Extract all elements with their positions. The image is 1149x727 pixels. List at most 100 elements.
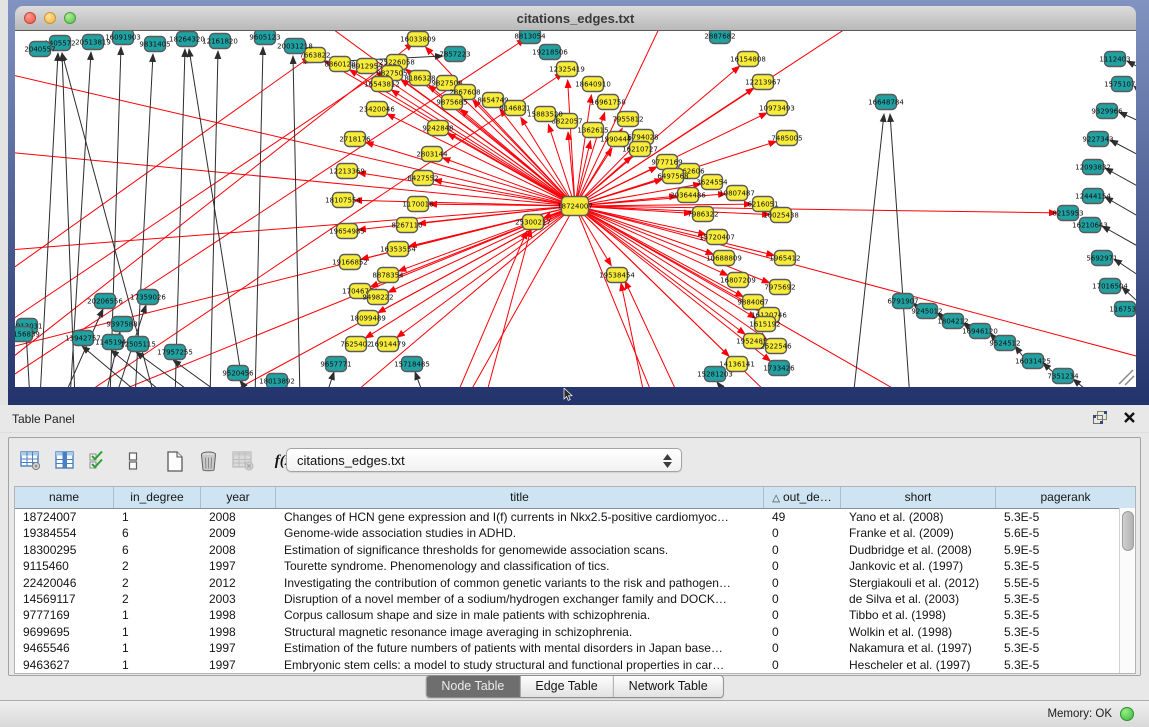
cell-out_de[interactable]: 0	[764, 607, 841, 623]
cell-short[interactable]: Wolkin et al. (1998)	[841, 624, 996, 640]
table-body[interactable]: 1872400712008Changes of HCN gene express…	[15, 509, 1135, 673]
graph-node[interactable]: 2887682	[704, 31, 735, 44]
delete-table-button[interactable]	[195, 446, 222, 476]
table-settings-button[interactable]	[17, 446, 44, 476]
cell-name[interactable]: 9115460	[15, 558, 114, 574]
cell-pagerank[interactable]: 5.6E-5	[996, 525, 1135, 541]
graph-node[interactable]: 15720407	[699, 230, 735, 245]
graph-node[interactable]: 18107554	[325, 193, 361, 208]
resize-grip-icon[interactable]	[1119, 370, 1134, 385]
show-column-button[interactable]	[51, 446, 78, 476]
graph-node[interactable]: 7955812	[612, 112, 643, 127]
graph-node[interactable]: 15751074	[1104, 77, 1136, 92]
cell-out_de[interactable]: 49	[764, 509, 841, 525]
cell-pagerank[interactable]: 5.3E-5	[996, 591, 1135, 607]
table-row[interactable]: 1456911722003Disruption of a novel membe…	[15, 591, 1135, 607]
graph-node[interactable]: 1167535	[1109, 302, 1136, 317]
cell-name[interactable]: 22420046	[15, 575, 114, 591]
graph-node[interactable]: 16033809	[400, 32, 436, 47]
graph-node[interactable]: 2718176	[339, 132, 371, 147]
cell-name[interactable]: 9699695	[15, 624, 114, 640]
close-panel-icon[interactable]	[1123, 411, 1136, 424]
cell-out_de[interactable]: 0	[764, 624, 841, 640]
graph-node[interactable]: 16914479	[370, 337, 406, 352]
cell-short[interactable]: Tibbo et al. (1998)	[841, 607, 996, 623]
tab-edge-table[interactable]: Edge Table	[520, 676, 613, 697]
graph-node[interactable]: 7857223	[439, 47, 470, 62]
table-row[interactable]: 946362711997Embryonic stem cells: a mode…	[15, 657, 1135, 673]
graph-node[interactable]: 16961758	[590, 95, 626, 110]
select-all-columns-button[interactable]	[85, 446, 112, 476]
graph-node[interactable]: 1170016	[402, 197, 434, 212]
cell-pagerank[interactable]: 5.3E-5	[996, 509, 1135, 525]
cell-short[interactable]: Yano et al. (2008)	[841, 509, 996, 525]
graph-node[interactable]: 7485005	[771, 131, 802, 146]
network-view-canvas[interactable]: 1872400725300217160338098813054288768219…	[15, 30, 1136, 387]
cell-title[interactable]: Structural magnetic resonance image aver…	[276, 624, 764, 640]
graph-node[interactable]: 8878354	[372, 268, 404, 283]
graph-node[interactable]: 19538454	[599, 268, 635, 283]
close-window-button[interactable]	[24, 12, 36, 24]
graph-node[interactable]: 17957255	[157, 345, 193, 360]
cell-title[interactable]: Tourette syndrome. Phenomenology and cla…	[276, 558, 764, 574]
cell-year[interactable]: 2003	[201, 591, 276, 607]
cell-out_de[interactable]: 0	[764, 640, 841, 656]
cell-title[interactable]: Changes of HCN gene expression and I(f) …	[276, 509, 764, 525]
column-header-in_degree[interactable]: in_degree	[114, 487, 201, 508]
cell-title[interactable]: Estimation of significance thresholds fo…	[276, 542, 764, 558]
cell-short[interactable]: Jankovic et al. (1997)	[841, 558, 996, 574]
cell-in_degree[interactable]: 1	[114, 640, 201, 656]
graph-node[interactable]: 18724007	[557, 197, 593, 216]
cell-pagerank[interactable]: 5.3E-5	[996, 624, 1135, 640]
graph-node[interactable]: 12093832	[1075, 160, 1111, 175]
cell-out_de[interactable]: 0	[764, 575, 841, 591]
cell-name[interactable]: 18300295	[15, 542, 114, 558]
graph-node[interactable]: 12213369	[329, 164, 365, 179]
table-row[interactable]: 1830029562008Estimation of significance …	[15, 542, 1135, 558]
new-table-button[interactable]	[161, 446, 188, 476]
cell-in_degree[interactable]: 1	[114, 657, 201, 673]
column-header-short[interactable]: short	[841, 487, 996, 508]
cell-in_degree[interactable]: 2	[114, 558, 201, 574]
tab-network-table[interactable]: Network Table	[614, 676, 723, 697]
table-header-row[interactable]: namein_degreeyeartitle△out_de…shortpager…	[15, 487, 1135, 509]
graph-node[interactable]: 1733426	[763, 361, 795, 376]
cell-pagerank[interactable]: 5.5E-5	[996, 575, 1135, 591]
table-selector-dropdown[interactable]: citations_edges.txt	[286, 448, 682, 472]
cell-in_degree[interactable]: 1	[114, 624, 201, 640]
network-graph[interactable]: 1872400725300217160338098813054288768219…	[15, 31, 1136, 387]
graph-node[interactable]: 9657771	[320, 357, 351, 372]
graph-node[interactable]: 7625402	[340, 337, 371, 352]
table-row[interactable]: 977716911998Corpus callosum shape and si…	[15, 607, 1135, 623]
cell-year[interactable]: 1998	[201, 624, 276, 640]
cell-title[interactable]: Genome-wide association studies in ADHD.	[276, 525, 764, 541]
column-header-pagerank[interactable]: pagerank	[996, 487, 1135, 508]
cell-out_de[interactable]: 0	[764, 525, 841, 541]
cell-year[interactable]: 1997	[201, 640, 276, 656]
graph-node[interactable]: 1804212	[937, 314, 968, 329]
table-row[interactable]: 1872400712008Changes of HCN gene express…	[15, 509, 1135, 525]
graph-node[interactable]: 1965412	[769, 251, 800, 266]
graph-node[interactable]: 19218506	[532, 45, 568, 60]
graph-node[interactable]: 18264320	[169, 32, 205, 47]
cell-out_de[interactable]: 0	[764, 542, 841, 558]
graph-node[interactable]: 19166852	[332, 255, 368, 270]
cell-out_de[interactable]: 0	[764, 558, 841, 574]
graph-node[interactable]: 12325419	[549, 62, 585, 77]
cell-short[interactable]: Franke et al. (2009)	[841, 525, 996, 541]
cell-short[interactable]: de Silva et al. (2003)	[841, 591, 996, 607]
graph-node[interactable]: 16031425	[1015, 354, 1051, 369]
graph-node[interactable]: 1112403	[1099, 52, 1130, 67]
cell-name[interactable]: 9463627	[15, 657, 114, 673]
cell-pagerank[interactable]: 5.3E-5	[996, 640, 1135, 656]
cell-year[interactable]: 2008	[201, 542, 276, 558]
graph-node[interactable]: 16353554	[380, 242, 416, 257]
cell-out_de[interactable]: 0	[764, 657, 841, 673]
graph-node[interactable]: 10807487	[719, 186, 755, 201]
graph-node[interactable]: 9227343	[1082, 132, 1113, 147]
cell-title[interactable]: Corpus callosum shape and size in male p…	[276, 607, 764, 623]
memory-status-indicator[interactable]	[1120, 707, 1134, 721]
graph-node[interactable]: 16154808	[730, 52, 766, 67]
cell-name[interactable]: 14569117	[15, 591, 114, 607]
cell-name[interactable]: 19384554	[15, 525, 114, 541]
